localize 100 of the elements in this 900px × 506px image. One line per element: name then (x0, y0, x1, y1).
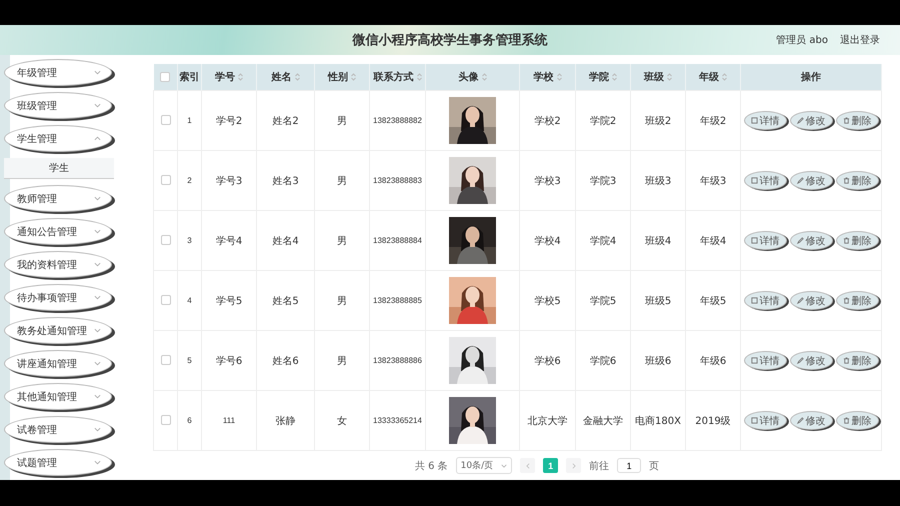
chevron-icon (94, 69, 101, 76)
table-cell: 年级4 (700, 236, 726, 246)
trash-icon (842, 177, 850, 184)
action-button[interactable]: 删除 (836, 171, 878, 190)
sort-icon[interactable] (351, 73, 356, 82)
table-cell: 111 (222, 416, 236, 425)
chevron-icon (94, 102, 101, 109)
chevron-icon (94, 360, 101, 367)
column-header[interactable]: 联系方式 (370, 64, 426, 90)
page-size-select[interactable]: 10条/页 (456, 457, 512, 474)
action-button[interactable]: 删除 (836, 291, 878, 310)
table-cell: 学号5 (216, 296, 242, 306)
pencil-icon (796, 357, 804, 364)
table-cell: 张静 (276, 416, 296, 426)
chevron-icon (94, 327, 101, 334)
trash-icon (842, 117, 850, 124)
row-checkbox[interactable] (160, 115, 170, 126)
table-cell: 学院3 (590, 176, 616, 186)
action-button[interactable]: 删除 (836, 411, 878, 430)
trash-icon (842, 357, 850, 364)
table-cell: 6 (187, 416, 192, 425)
row-checkbox[interactable] (160, 175, 170, 186)
sidebar-menu-item[interactable]: 其他通知管理 (4, 383, 112, 410)
sort-icon[interactable] (238, 73, 243, 82)
action-button[interactable]: 详情 (744, 351, 786, 370)
sidebar-menu-item[interactable]: 讲座通知管理 (4, 350, 112, 377)
table-cell: 姓名4 (272, 236, 299, 246)
chevron-icon (501, 462, 508, 468)
sidebar-menu-item[interactable]: 我的资料管理 (4, 251, 112, 278)
sidebar-menu-item[interactable]: 教务处通知管理 (4, 317, 112, 344)
table-cell: 13823888883 (373, 176, 422, 185)
sidebar-menu-item[interactable]: 试题管理 (4, 449, 112, 476)
sort-icon[interactable] (556, 73, 562, 82)
action-button[interactable]: 详情 (744, 291, 786, 310)
sidebar-menu-item[interactable]: 班级管理 (4, 92, 112, 119)
table-cell: 男 (337, 296, 347, 306)
action-button[interactable]: 修改 (790, 171, 832, 190)
table-cell: 年级3 (700, 176, 726, 186)
table-cell: 男 (337, 116, 347, 126)
sidebar-menu-item[interactable]: 教师管理 (4, 185, 112, 212)
table-cell: 北京大学 (528, 416, 568, 426)
action-button[interactable]: 删除 (836, 351, 878, 370)
column-header[interactable]: 班级 (630, 64, 686, 90)
action-button[interactable]: 删除 (836, 231, 878, 250)
document-icon (750, 417, 758, 424)
trash-icon (842, 237, 850, 244)
action-button[interactable]: 修改 (790, 111, 832, 130)
column-header[interactable]: 姓名 (256, 64, 314, 90)
column-header[interactable]: 学校 (520, 64, 576, 90)
page-suffix: 页 (649, 460, 660, 472)
action-button[interactable]: 详情 (744, 411, 786, 430)
table-cell: 女 (337, 416, 347, 426)
action-button[interactable]: 详情 (744, 231, 786, 250)
sort-icon[interactable] (722, 73, 727, 82)
sidebar-menu-item[interactable]: 年级管理 (4, 59, 112, 86)
column-header[interactable]: 学院 (576, 64, 630, 90)
action-button[interactable]: 修改 (790, 291, 832, 310)
table-cell: 2 (187, 176, 192, 185)
row-checkbox[interactable] (160, 355, 170, 366)
pencil-icon (796, 117, 804, 124)
action-button[interactable]: 详情 (744, 171, 786, 190)
logout-link[interactable]: 退出登录 (840, 33, 880, 47)
sort-icon[interactable] (612, 73, 617, 82)
table-cell: 2019级 (695, 416, 731, 426)
sidebar-menu-item[interactable]: 待办事项管理 (4, 284, 112, 311)
select-all-checkbox[interactable] (160, 72, 170, 82)
table-cell: 4 (187, 296, 192, 305)
action-button[interactable]: 修改 (790, 351, 832, 370)
column-header[interactable]: 年级 (686, 64, 740, 90)
page-input[interactable]: 1 (617, 458, 642, 473)
table-cell: 男 (337, 356, 347, 366)
sort-icon[interactable] (482, 73, 486, 82)
action-button[interactable]: 修改 (790, 231, 832, 250)
table-cell: 班级3 (644, 176, 672, 186)
row-checkbox[interactable] (160, 295, 170, 306)
sidebar-subitem[interactable]: 学生 (4, 158, 114, 179)
column-header[interactable]: 头像 (426, 64, 520, 90)
column-header[interactable]: 学号 (202, 64, 256, 90)
chevron-icon (94, 393, 101, 400)
action-button[interactable]: 删除 (836, 111, 878, 130)
chevron-icon (94, 426, 101, 433)
sidebar-menu-item[interactable]: 试卷管理 (4, 416, 112, 443)
trash-icon (842, 297, 850, 304)
sidebar-menu-item[interactable]: 学生管理 (4, 125, 112, 152)
action-button[interactable]: 详情 (744, 111, 786, 130)
row-checkbox[interactable] (160, 235, 170, 246)
sort-icon[interactable] (667, 73, 672, 82)
table-cell: 学校2 (534, 116, 561, 126)
column-header[interactable]: 性别 (314, 64, 370, 90)
user-label: 管理员 abo (776, 34, 828, 47)
table-cell: 学号3 (216, 176, 242, 186)
sort-icon[interactable] (294, 73, 300, 82)
prev-page-button[interactable] (520, 458, 536, 473)
next-page-button[interactable] (566, 458, 582, 473)
action-button[interactable]: 修改 (790, 411, 832, 430)
sidebar-menu-item[interactable]: 通知公告管理 (4, 218, 112, 245)
table-cell: 学校6 (534, 356, 561, 366)
table-cell: 姓名3 (272, 176, 299, 186)
sort-icon[interactable] (416, 73, 422, 82)
row-checkbox[interactable] (160, 415, 170, 426)
